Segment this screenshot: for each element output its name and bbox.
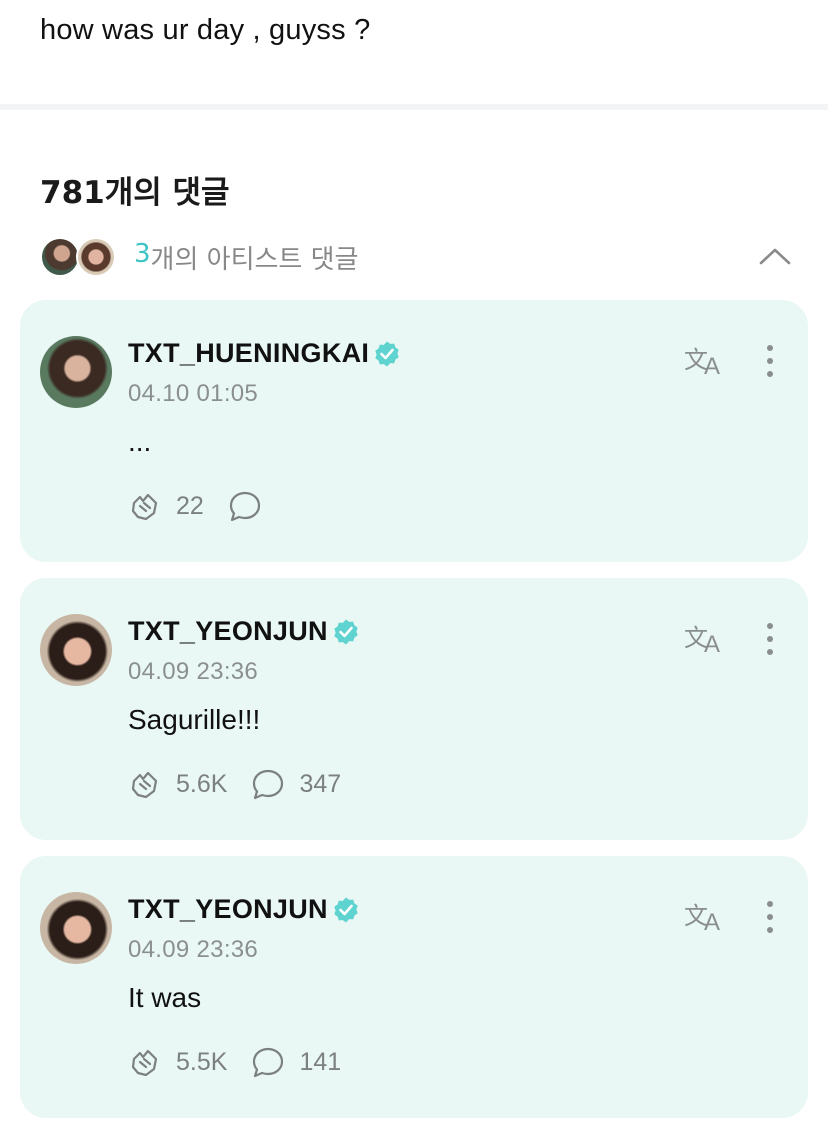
chevron-up-icon[interactable] bbox=[758, 242, 792, 270]
comment-author[interactable]: TXT_YEONJUN bbox=[128, 894, 328, 925]
comment-card: TXT_YEONJUN 04.09 23:36 It was 文 A 5.5K … bbox=[20, 856, 808, 1118]
comment-count-heading: 781개의 댓글 bbox=[40, 175, 230, 211]
like-count: 22 bbox=[176, 491, 204, 520]
translate-icon[interactable]: 文 A bbox=[684, 898, 728, 934]
comment-author[interactable]: TXT_YEONJUN bbox=[128, 616, 328, 647]
more-vertical-icon[interactable] bbox=[762, 344, 778, 378]
comment-stats: 5.5K 141 bbox=[128, 1044, 341, 1080]
like-hand-icon[interactable] bbox=[128, 489, 162, 523]
verified-badge-icon bbox=[375, 341, 399, 366]
reply-count: 347 bbox=[299, 769, 342, 798]
comment-time: 04.09 23:36 bbox=[128, 658, 259, 685]
artist-comment-label-text: 개의 아티스트 댓글 bbox=[150, 244, 359, 275]
reply-bubble-icon[interactable] bbox=[228, 489, 262, 523]
like-hand-icon[interactable] bbox=[128, 1045, 162, 1079]
reply-bubble-icon[interactable] bbox=[251, 767, 285, 801]
artist-comment-count: 3 bbox=[134, 238, 151, 269]
comment-text: Sagurille!!! bbox=[128, 704, 261, 735]
comment-time: 04.09 23:36 bbox=[128, 936, 259, 963]
artist-comments-label: 3 개의 아티스트 댓글 bbox=[134, 239, 358, 276]
avatar[interactable] bbox=[40, 614, 112, 686]
verified-badge-icon bbox=[334, 897, 358, 922]
comment-author-row: TXT_YEONJUN bbox=[128, 894, 360, 925]
like-count: 5.5K bbox=[176, 1047, 228, 1076]
comment-author-row: TXT_HUENINGKAI bbox=[128, 338, 401, 369]
comment-stats: 22 bbox=[128, 488, 276, 524]
translate-icon[interactable]: 文 A bbox=[684, 620, 728, 656]
artist-comments-toggle[interactable]: 3 개의 아티스트 댓글 bbox=[40, 234, 792, 280]
comment-card: TXT_YEONJUN 04.09 23:36 Sagurille!!! 文 A… bbox=[20, 578, 808, 840]
reply-bubble-icon[interactable] bbox=[251, 1045, 285, 1079]
like-count: 5.6K bbox=[176, 769, 228, 798]
comment-stats: 5.6K 347 bbox=[128, 766, 341, 802]
artist-avatar-stack bbox=[40, 236, 120, 278]
more-vertical-icon[interactable] bbox=[762, 900, 778, 934]
post-text: how was ur day , guyss ? bbox=[40, 14, 371, 46]
like-hand-icon[interactable] bbox=[128, 767, 162, 801]
comment-author[interactable]: TXT_HUENINGKAI bbox=[128, 338, 369, 369]
svg-text:A: A bbox=[704, 909, 720, 934]
svg-text:A: A bbox=[704, 353, 720, 378]
avatar[interactable] bbox=[40, 892, 112, 964]
more-vertical-icon[interactable] bbox=[762, 622, 778, 656]
svg-text:A: A bbox=[704, 631, 720, 656]
translate-icon[interactable]: 文 A bbox=[684, 342, 728, 378]
comment-time: 04.10 01:05 bbox=[128, 380, 259, 407]
comment-text: ... bbox=[128, 426, 152, 457]
comment-author-row: TXT_YEONJUN bbox=[128, 616, 360, 647]
verified-badge-icon bbox=[334, 619, 358, 644]
section-divider bbox=[0, 104, 828, 110]
avatar bbox=[40, 237, 80, 277]
reply-count: 141 bbox=[299, 1047, 342, 1076]
comment-card: TXT_HUENINGKAI 04.10 01:05 ... 文 A 22 bbox=[20, 300, 808, 562]
avatar bbox=[76, 237, 116, 277]
comment-text: It was bbox=[128, 982, 202, 1013]
avatar[interactable] bbox=[40, 336, 112, 408]
